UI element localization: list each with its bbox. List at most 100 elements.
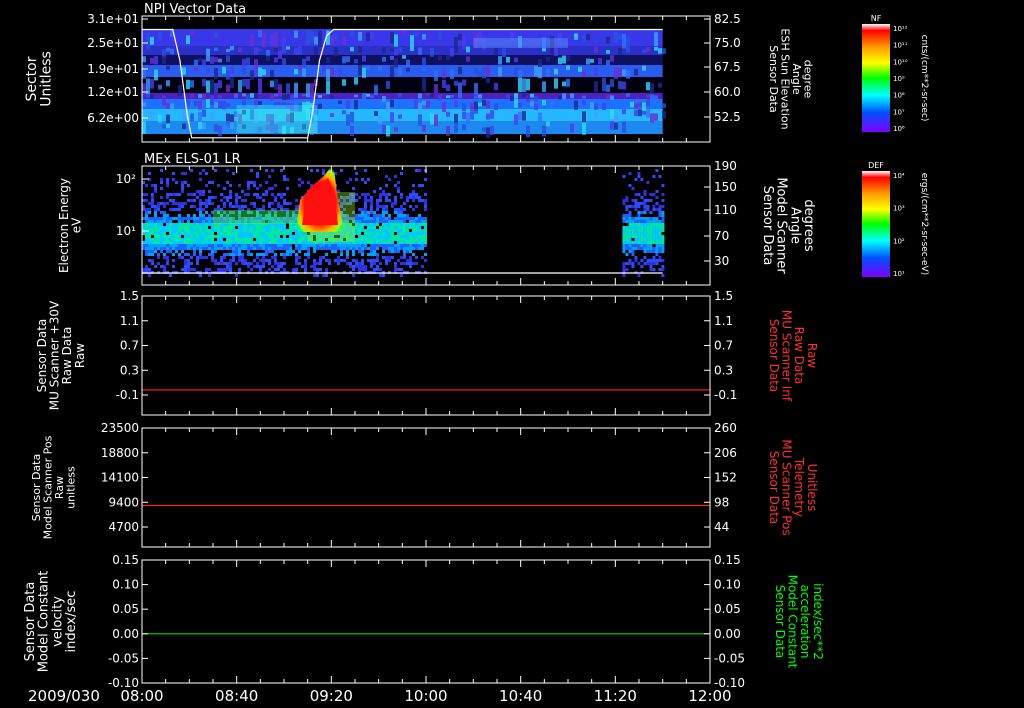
energy-cell xyxy=(625,235,629,238)
sector-cell xyxy=(450,94,454,98)
energy-cell xyxy=(178,235,181,238)
energy-cell xyxy=(253,235,256,238)
sector-cell xyxy=(422,100,426,106)
energy-cell xyxy=(193,214,196,217)
energy-cell xyxy=(151,223,154,226)
energy-cell xyxy=(202,217,205,220)
energy-cell xyxy=(658,235,662,238)
energy-cell xyxy=(646,199,650,202)
energy-cell xyxy=(400,274,403,277)
energy-cell xyxy=(166,256,169,259)
energy-cell xyxy=(646,238,650,241)
energy-cell xyxy=(247,244,250,247)
energy-cell xyxy=(157,256,160,259)
energy-cell xyxy=(199,274,202,277)
energy-cell xyxy=(628,244,632,247)
sector-cell xyxy=(430,93,434,98)
energy-cell xyxy=(214,196,217,199)
colorbar-tick: 10⁹ xyxy=(893,75,905,83)
energy-cell xyxy=(151,205,154,208)
energy-cell xyxy=(211,259,214,262)
energy-cell xyxy=(172,199,175,202)
energy-cell xyxy=(358,247,361,250)
energy-cell xyxy=(280,229,283,232)
sector-cell xyxy=(362,55,366,62)
energy-cell xyxy=(223,262,226,265)
energy-cell xyxy=(145,220,148,223)
energy-cell xyxy=(625,268,629,271)
sector-cell xyxy=(182,67,186,75)
energy-cell xyxy=(400,196,403,199)
energy-cell xyxy=(211,235,214,238)
energy-cell xyxy=(187,235,190,238)
sector-cell xyxy=(662,103,666,109)
sector-cell xyxy=(642,102,646,111)
energy-cell xyxy=(658,244,662,247)
energy-cell xyxy=(418,238,421,241)
energy-cell xyxy=(271,256,274,259)
energy-cell xyxy=(271,235,274,238)
energy-cell xyxy=(412,247,415,250)
energy-cell xyxy=(262,247,265,250)
energy-cell xyxy=(391,202,394,205)
sector-cell xyxy=(294,69,298,75)
sector-cell xyxy=(270,34,274,47)
energy-cell xyxy=(658,256,662,259)
sector-cell xyxy=(242,79,246,87)
sector-cell xyxy=(430,113,434,125)
energy-cell xyxy=(637,202,641,205)
energy-cell xyxy=(370,196,373,199)
sector-cell xyxy=(530,93,534,98)
energy-cell xyxy=(247,250,250,253)
energy-cell xyxy=(235,235,238,238)
sector-cell xyxy=(254,59,258,68)
energy-cell xyxy=(166,223,169,226)
energy-cell xyxy=(625,205,629,208)
energy-cell xyxy=(652,259,656,262)
energy-cell xyxy=(397,229,400,232)
energy-cell xyxy=(166,181,169,184)
sector-cell xyxy=(382,124,386,134)
energy-cell xyxy=(661,274,665,277)
energy-cell xyxy=(160,232,163,235)
energy-cell xyxy=(265,190,268,193)
sector-cell xyxy=(254,46,258,55)
energy-cell xyxy=(388,214,391,217)
left-tick-label: 0.7 xyxy=(120,339,139,353)
sector-cell xyxy=(622,33,626,49)
energy-cell xyxy=(160,178,163,181)
energy-cell xyxy=(628,220,632,223)
sector-cell xyxy=(230,121,234,129)
energy-cell xyxy=(232,238,235,241)
energy-cell xyxy=(355,223,358,226)
energy-cell xyxy=(238,226,241,229)
energy-cell xyxy=(370,205,373,208)
sector-cell xyxy=(242,93,246,97)
energy-cell xyxy=(652,262,656,265)
energy-cell xyxy=(424,217,427,220)
energy-cell xyxy=(625,199,629,202)
sector-cell xyxy=(330,35,334,46)
energy-cell xyxy=(424,199,427,202)
energy-cell xyxy=(154,238,157,241)
colorbar-tick: 10² xyxy=(893,237,905,245)
energy-cell xyxy=(394,184,397,187)
energy-cell xyxy=(373,220,376,223)
energy-cell xyxy=(301,238,304,241)
energy-cell xyxy=(322,169,325,172)
energy-cell xyxy=(163,244,166,247)
time-label: 12:00 xyxy=(688,687,731,705)
sector-cell xyxy=(462,111,466,120)
sector-cell xyxy=(374,111,378,116)
energy-cell xyxy=(355,229,358,232)
energy-cell xyxy=(640,220,644,223)
energy-cell xyxy=(154,223,157,226)
energy-cell xyxy=(259,226,262,229)
energy-cell xyxy=(403,229,406,232)
energy-cell xyxy=(259,235,262,238)
sector-cell xyxy=(202,109,206,117)
energy-cell xyxy=(277,193,280,196)
energy-cell xyxy=(193,253,196,256)
panel-title: NPI Vector Data xyxy=(144,2,246,17)
energy-cell xyxy=(400,217,403,220)
